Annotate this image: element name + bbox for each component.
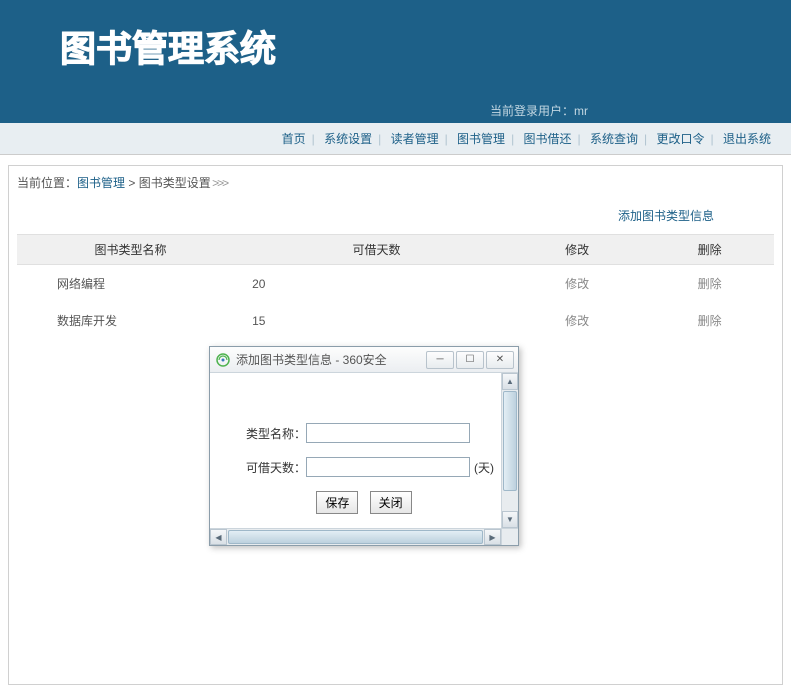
nav-book-borrow[interactable]: 图书借还 (524, 132, 572, 146)
cell-name: 数据库开发 (17, 302, 244, 339)
col-header-name: 图书类型名称 (17, 235, 244, 265)
maximize-button[interactable]: ☐ (456, 351, 484, 369)
nav-bar: 首页| 系统设置| 读者管理| 图书管理| 图书借还| 系统查询| 更改口令| … (0, 123, 791, 155)
cell-name: 网络编程 (17, 265, 244, 303)
type-table: 图书类型名称 可借天数 修改 删除 网络编程 20 修改 删除 数据库开发 15… (17, 234, 774, 339)
table-row: 数据库开发 15 修改 删除 (17, 302, 774, 339)
col-header-edit: 修改 (509, 235, 645, 265)
form-buttons: 保存 关闭 (230, 491, 498, 514)
delete-link[interactable]: 删除 (698, 277, 722, 291)
edit-link[interactable]: 修改 (565, 277, 589, 291)
form-row-name: 类型名称： (230, 423, 498, 443)
scroll-up-arrow[interactable]: ▲ (502, 373, 518, 390)
username: mr (574, 104, 588, 118)
minimize-button[interactable]: ─ (426, 351, 454, 369)
breadcrumb: 当前位置：图书管理 > 图书类型设置 >>> (17, 174, 774, 191)
label-type-name: 类型名称： (230, 425, 306, 442)
scroll-thumb-vertical[interactable] (503, 391, 517, 491)
delete-link[interactable]: 删除 (698, 314, 722, 328)
close-button[interactable]: ✕ (486, 351, 514, 369)
add-type-link[interactable]: 添加图书类型信息 (618, 209, 714, 223)
cell-days: 20 (244, 265, 509, 303)
content-wrap: 当前位置：图书管理 > 图书类型设置 >>> 添加图书类型信息 图书类型名称 可… (0, 155, 791, 695)
user-bar: 当前登录用户：mr (0, 98, 791, 123)
dialog-form: 类型名称： 可借天数： (天) 保存 关闭 (210, 373, 518, 524)
col-header-days: 可借天数 (244, 235, 509, 265)
scroll-thumb-horizontal[interactable] (228, 530, 483, 544)
type-name-input[interactable] (306, 423, 470, 443)
horizontal-scrollbar[interactable]: ◀ ▶ (210, 528, 501, 545)
nav-system-query[interactable]: 系统查询 (590, 132, 638, 146)
breadcrumb-arrows: >>> (211, 176, 227, 190)
cell-days: 15 (244, 302, 509, 339)
add-type-dialog: 添加图书类型信息 - 360安全 ─ ☐ ✕ 类型名称： 可借天数： (209, 346, 519, 546)
breadcrumb-current: 图书类型设置 (139, 176, 211, 190)
scroll-right-arrow[interactable]: ▶ (484, 529, 501, 545)
breadcrumb-link[interactable]: 图书管理 (77, 176, 125, 190)
label-borrow-days: 可借天数： (230, 459, 306, 476)
scroll-left-arrow[interactable]: ◀ (210, 529, 227, 545)
vertical-scrollbar[interactable]: ▲ ▼ (501, 373, 518, 528)
dialog-titlebar[interactable]: 添加图书类型信息 - 360安全 ─ ☐ ✕ (210, 347, 518, 373)
breadcrumb-prefix: 当前位置： (17, 176, 77, 190)
browser-icon (216, 353, 230, 367)
nav-reader-manage[interactable]: 读者管理 (391, 132, 439, 146)
dialog-title: 添加图书类型信息 - 360安全 (236, 351, 424, 368)
user-label: 当前登录用户： (490, 104, 574, 118)
nav-home[interactable]: 首页 (282, 132, 306, 146)
days-unit: (天) (474, 459, 494, 476)
action-bar: 添加图书类型信息 (17, 201, 774, 230)
borrow-days-input[interactable] (306, 457, 470, 477)
table-row: 网络编程 20 修改 删除 (17, 265, 774, 303)
table-header-row: 图书类型名称 可借天数 修改 删除 (17, 235, 774, 265)
window-buttons: ─ ☐ ✕ (424, 351, 514, 369)
content-box: 当前位置：图书管理 > 图书类型设置 >>> 添加图书类型信息 图书类型名称 可… (8, 165, 783, 685)
close-form-button[interactable]: 关闭 (370, 491, 412, 514)
nav-book-manage[interactable]: 图书管理 (457, 132, 505, 146)
nav-system-settings[interactable]: 系统设置 (324, 132, 372, 146)
nav-logout[interactable]: 退出系统 (723, 132, 771, 146)
edit-link[interactable]: 修改 (565, 314, 589, 328)
scroll-down-arrow[interactable]: ▼ (502, 511, 518, 528)
header: 图书管理系统 (0, 0, 791, 98)
scroll-corner (501, 528, 518, 545)
dialog-body: 类型名称： 可借天数： (天) 保存 关闭 ▲ (210, 373, 518, 545)
col-header-delete: 删除 (645, 235, 774, 265)
nav-change-password[interactable]: 更改口令 (657, 132, 705, 146)
form-row-days: 可借天数： (天) (230, 457, 498, 477)
save-button[interactable]: 保存 (316, 491, 358, 514)
logo: 图书管理系统 (60, 20, 791, 72)
